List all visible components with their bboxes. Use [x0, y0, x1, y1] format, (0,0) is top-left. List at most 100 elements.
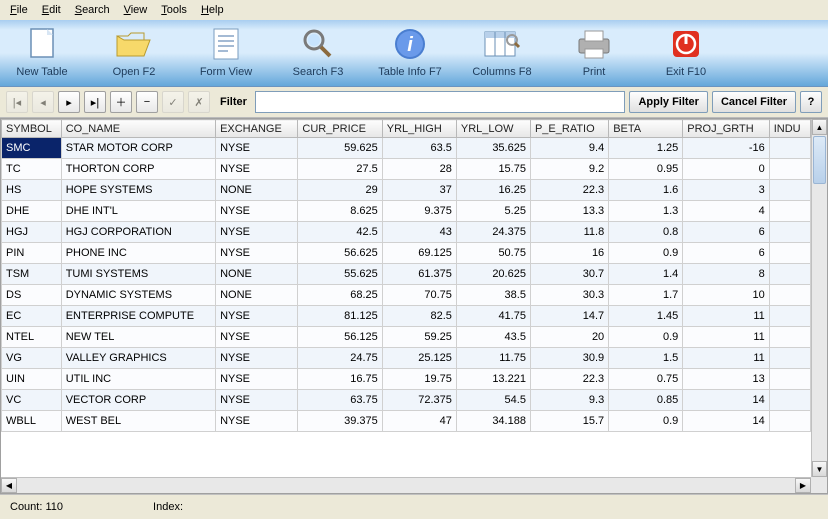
- cell-yrl_low[interactable]: 54.5: [456, 390, 530, 411]
- cell-exchange[interactable]: NYSE: [216, 390, 298, 411]
- cell-symbol[interactable]: VC: [2, 390, 62, 411]
- cell-yrl_high[interactable]: 82.5: [382, 306, 456, 327]
- cell-cur_price[interactable]: 42.5: [298, 222, 382, 243]
- cell-indu[interactable]: [769, 369, 810, 390]
- table-row[interactable]: UINUTIL INCNYSE16.7519.7513.22122.30.751…: [2, 369, 811, 390]
- cell-beta[interactable]: 0.8: [609, 222, 683, 243]
- cell-co_name[interactable]: UTIL INC: [61, 369, 215, 390]
- cell-yrl_low[interactable]: 35.625: [456, 138, 530, 159]
- nav-prev-button[interactable]: ◂: [32, 91, 54, 113]
- cell-proj_grth[interactable]: 4: [683, 201, 769, 222]
- table-row[interactable]: HSHOPE SYSTEMSNONE293716.2522.31.63: [2, 180, 811, 201]
- cell-exchange[interactable]: NYSE: [216, 411, 298, 432]
- table-row[interactable]: PINPHONE INCNYSE56.62569.12550.75160.96: [2, 243, 811, 264]
- cell-cur_price[interactable]: 68.25: [298, 285, 382, 306]
- cell-yrl_high[interactable]: 28: [382, 159, 456, 180]
- nav-first-button[interactable]: |◂: [6, 91, 28, 113]
- cell-p_e_ratio[interactable]: 14.7: [530, 306, 608, 327]
- cell-exchange[interactable]: NYSE: [216, 243, 298, 264]
- cell-cur_price[interactable]: 27.5: [298, 159, 382, 180]
- cell-co_name[interactable]: HGJ CORPORATION: [61, 222, 215, 243]
- toolbar-new-button[interactable]: New Table: [6, 24, 78, 78]
- cell-exchange[interactable]: NYSE: [216, 222, 298, 243]
- cell-co_name[interactable]: DYNAMIC SYSTEMS: [61, 285, 215, 306]
- table-row[interactable]: NTELNEW TELNYSE56.12559.2543.5200.911: [2, 327, 811, 348]
- cell-indu[interactable]: [769, 159, 810, 180]
- cell-co_name[interactable]: TUMI SYSTEMS: [61, 264, 215, 285]
- nav-next-button[interactable]: ▸: [58, 91, 80, 113]
- cell-p_e_ratio[interactable]: 30.9: [530, 348, 608, 369]
- toolbar-form-button[interactable]: Form View: [190, 24, 262, 78]
- cell-beta[interactable]: 0.75: [609, 369, 683, 390]
- cell-yrl_high[interactable]: 37: [382, 180, 456, 201]
- cell-symbol[interactable]: VG: [2, 348, 62, 369]
- column-header-symbol[interactable]: SYMBOL: [2, 120, 62, 138]
- cell-yrl_low[interactable]: 38.5: [456, 285, 530, 306]
- cell-yrl_low[interactable]: 15.75: [456, 159, 530, 180]
- vertical-scrollbar[interactable]: ▲ ▼: [811, 119, 827, 477]
- cell-symbol[interactable]: TSM: [2, 264, 62, 285]
- menu-file[interactable]: File: [4, 2, 34, 18]
- cell-indu[interactable]: [769, 222, 810, 243]
- cell-proj_grth[interactable]: 13: [683, 369, 769, 390]
- nav-cancel-button[interactable]: ✗: [188, 91, 210, 113]
- cell-co_name[interactable]: DHE INT'L: [61, 201, 215, 222]
- nav-delete-button[interactable]: −: [136, 91, 158, 113]
- horizontal-scrollbar[interactable]: ◀ ▶: [1, 477, 811, 493]
- cell-cur_price[interactable]: 56.625: [298, 243, 382, 264]
- cell-indu[interactable]: [769, 285, 810, 306]
- menu-edit[interactable]: Edit: [36, 2, 67, 18]
- cell-yrl_low[interactable]: 24.375: [456, 222, 530, 243]
- cell-co_name[interactable]: THORTON CORP: [61, 159, 215, 180]
- cell-indu[interactable]: [769, 138, 810, 159]
- help-button[interactable]: ?: [800, 91, 822, 113]
- cell-co_name[interactable]: HOPE SYSTEMS: [61, 180, 215, 201]
- cell-co_name[interactable]: STAR MOTOR CORP: [61, 138, 215, 159]
- toolbar-exit-button[interactable]: Exit F10: [650, 24, 722, 78]
- column-header-co_name[interactable]: CO_NAME: [61, 120, 215, 138]
- cell-beta[interactable]: 1.6: [609, 180, 683, 201]
- cell-exchange[interactable]: NONE: [216, 285, 298, 306]
- cell-indu[interactable]: [769, 411, 810, 432]
- cell-symbol[interactable]: UIN: [2, 369, 62, 390]
- scroll-thumb[interactable]: [813, 136, 826, 184]
- filter-input[interactable]: [255, 91, 626, 113]
- cell-exchange[interactable]: NYSE: [216, 348, 298, 369]
- cell-proj_grth[interactable]: 6: [683, 243, 769, 264]
- cell-yrl_low[interactable]: 16.25: [456, 180, 530, 201]
- cell-symbol[interactable]: NTEL: [2, 327, 62, 348]
- cell-co_name[interactable]: VALLEY GRAPHICS: [61, 348, 215, 369]
- cell-beta[interactable]: 0.95: [609, 159, 683, 180]
- cell-symbol[interactable]: SMC: [2, 138, 62, 159]
- cell-yrl_low[interactable]: 5.25: [456, 201, 530, 222]
- cell-yrl_high[interactable]: 72.375: [382, 390, 456, 411]
- cell-yrl_low[interactable]: 20.625: [456, 264, 530, 285]
- cell-yrl_low[interactable]: 43.5: [456, 327, 530, 348]
- cell-p_e_ratio[interactable]: 20: [530, 327, 608, 348]
- cell-p_e_ratio[interactable]: 13.3: [530, 201, 608, 222]
- cell-symbol[interactable]: PIN: [2, 243, 62, 264]
- cell-yrl_high[interactable]: 47: [382, 411, 456, 432]
- cell-p_e_ratio[interactable]: 9.2: [530, 159, 608, 180]
- toolbar-info-button[interactable]: iTable Info F7: [374, 24, 446, 78]
- cell-cur_price[interactable]: 55.625: [298, 264, 382, 285]
- cell-exchange[interactable]: NYSE: [216, 159, 298, 180]
- cell-yrl_high[interactable]: 43: [382, 222, 456, 243]
- cell-cur_price[interactable]: 29: [298, 180, 382, 201]
- column-header-beta[interactable]: BETA: [609, 120, 683, 138]
- cell-p_e_ratio[interactable]: 30.7: [530, 264, 608, 285]
- cell-indu[interactable]: [769, 264, 810, 285]
- cell-co_name[interactable]: ENTERPRISE COMPUTE: [61, 306, 215, 327]
- cell-yrl_high[interactable]: 19.75: [382, 369, 456, 390]
- cell-symbol[interactable]: EC: [2, 306, 62, 327]
- cell-indu[interactable]: [769, 180, 810, 201]
- cell-beta[interactable]: 1.4: [609, 264, 683, 285]
- cell-indu[interactable]: [769, 327, 810, 348]
- nav-last-button[interactable]: ▸|: [84, 91, 106, 113]
- cell-beta[interactable]: 1.25: [609, 138, 683, 159]
- cell-proj_grth[interactable]: 11: [683, 327, 769, 348]
- cell-p_e_ratio[interactable]: 22.3: [530, 180, 608, 201]
- cell-beta[interactable]: 0.9: [609, 327, 683, 348]
- table-row[interactable]: HGJHGJ CORPORATIONNYSE42.54324.37511.80.…: [2, 222, 811, 243]
- column-header-cur_price[interactable]: CUR_PRICE: [298, 120, 382, 138]
